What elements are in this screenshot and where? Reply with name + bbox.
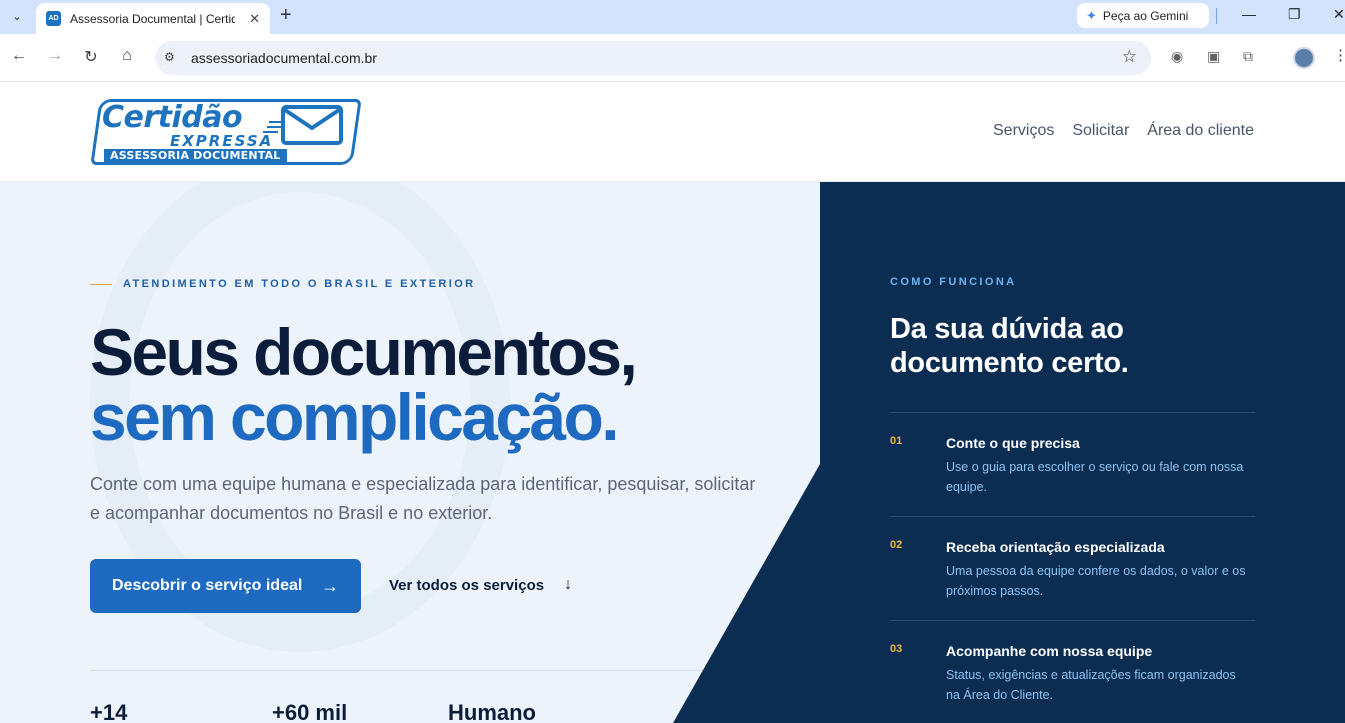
step-item: 01 Conte o que precisa Use o guia para e… — [890, 412, 1255, 516]
discover-service-label: Descobrir o serviço ideal — [112, 577, 303, 594]
envelope-icon — [281, 105, 343, 145]
stat-item: +60 mil — [272, 700, 348, 723]
nav-item-solicitar[interactable]: Solicitar — [1072, 122, 1129, 140]
browser-tab-active[interactable]: AD Assessoria Documental | Certid ✕ — [36, 3, 270, 34]
hero-description: Conte com uma equipe humana e especializ… — [90, 474, 756, 523]
browser-toolbar: ← → ↻ ⌂ ⚙ assessoriadocumental.com.br ☆ … — [0, 34, 1345, 82]
extension-icon-2[interactable]: ▣ — [1207, 48, 1220, 65]
minimize-icon[interactable]: — — [1242, 6, 1256, 22]
step-item: 02 Receba orientação especializada Uma p… — [890, 516, 1255, 620]
menu-icon[interactable]: ⋮ — [1333, 46, 1345, 64]
step-title: Receba orientação especializada — [946, 539, 1165, 555]
restore-icon[interactable]: ❐ — [1288, 6, 1301, 23]
tab-favicon: AD — [46, 11, 61, 26]
avatar[interactable] — [1293, 47, 1315, 69]
step-title: Conte o que precisa — [946, 435, 1080, 451]
reload-icon[interactable]: ↻ — [81, 47, 101, 67]
arrow-right-icon: → — [321, 575, 339, 596]
arrow-down-icon: ↓ — [564, 576, 573, 593]
step-description: Status, exigências e atualizações ficam … — [946, 668, 1236, 702]
step-description: Use o guia para escolher o serviço ou fa… — [946, 460, 1244, 494]
window-separator — [1216, 8, 1217, 24]
close-icon[interactable]: ✕ — [249, 11, 260, 27]
bookmark-star-icon[interactable]: ☆ — [1122, 47, 1137, 67]
step-title: Acompanhe com nossa equipe — [946, 643, 1153, 659]
address-bar[interactable]: ⚙ assessoriadocumental.com.br ☆ — [155, 41, 1151, 75]
stat-item: Humano — [448, 700, 536, 723]
stats-divider — [90, 670, 730, 671]
tab-search-icon[interactable]: ⌄ — [6, 5, 28, 27]
site-header: Certidão EXPRESSA ASSESSORIA DOCUMENTAL … — [0, 83, 1345, 182]
nav-item-area-cliente[interactable]: Área do cliente — [1147, 122, 1254, 140]
forward-icon[interactable]: → — [45, 47, 65, 65]
logo-main-text: Certidão — [102, 100, 243, 135]
extension-icon[interactable]: ⧉ — [1243, 48, 1253, 65]
site-logo[interactable]: Certidão EXPRESSA ASSESSORIA DOCUMENTAL — [90, 96, 362, 168]
gemini-button[interactable]: ✦ Peça ao Gemini — [1077, 3, 1209, 28]
site-info-icon[interactable]: ⚙ — [164, 50, 175, 64]
steps-list: 01 Conte o que precisa Use o guia para e… — [890, 412, 1255, 723]
gemini-label: Peça ao Gemini — [1102, 8, 1189, 23]
step-item: 03 Acompanhe com nossa equipe Status, ex… — [890, 620, 1255, 723]
discover-service-button[interactable]: Descobrir o serviço ideal → — [90, 559, 361, 613]
step-number: 02 — [890, 539, 903, 551]
see-all-services-label: Ver todos os serviços — [389, 576, 545, 594]
extension-icon-1[interactable]: ◉ — [1171, 48, 1183, 65]
eyebrow-line — [90, 283, 112, 285]
hero-eyebrow: ATENDIMENTO EM TODO O BRASIL E EXTERIOR — [90, 278, 476, 290]
close-window-icon[interactable]: ✕ — [1333, 6, 1345, 23]
logo-sub-text: ASSESSORIA DOCUMENTAL — [104, 149, 287, 162]
back-icon[interactable]: ← — [9, 47, 29, 65]
how-eyebrow: COMO FUNCIONA — [890, 276, 1017, 288]
home-icon[interactable]: ⌂ — [117, 47, 137, 65]
stat-item: +14 — [90, 700, 128, 723]
step-description: Uma pessoa da equipe confere os dados, o… — [946, 564, 1246, 598]
how-title: Da sua dúvida ao documento certo. — [890, 313, 1129, 379]
step-number: 01 — [890, 435, 903, 447]
plus-icon[interactable]: + — [280, 4, 292, 27]
hero-eyebrow-text: ATENDIMENTO EM TODO O BRASIL E EXTERIOR — [123, 278, 476, 290]
browser-tabstrip: ⌄ AD Assessoria Documental | Certid ✕ + … — [0, 0, 1345, 34]
hero-headline-accent: sem complicação. — [90, 380, 620, 454]
gemini-icon: ✦ — [1086, 7, 1097, 23]
logo-express-text: EXPRESSA — [170, 132, 274, 150]
nav-item-servicos[interactable]: Serviços — [993, 122, 1054, 140]
tab-title: Assessoria Documental | Certid — [70, 11, 235, 26]
main-nav: Serviços Solicitar Área do cliente — [993, 122, 1254, 140]
see-all-services-link[interactable]: Ver todos os serviços ↓ — [389, 576, 572, 594]
step-number: 03 — [890, 643, 903, 655]
url-text[interactable]: assessoriadocumental.com.br — [191, 50, 377, 66]
